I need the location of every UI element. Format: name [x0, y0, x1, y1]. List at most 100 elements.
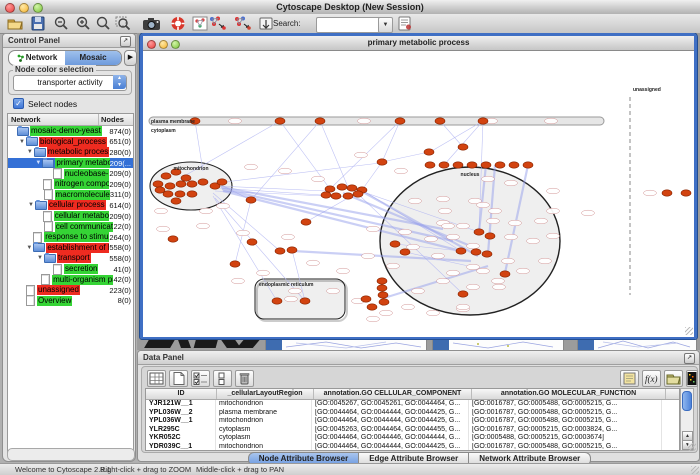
destroy-network-icon[interactable]	[258, 16, 274, 31]
select-attributes-icon[interactable]	[191, 370, 210, 387]
tree-row[interactable]: macromolecule311(0)	[8, 190, 133, 201]
open-file-icon[interactable]	[7, 16, 23, 31]
open-attribute-file-icon[interactable]	[664, 370, 683, 387]
network-desktop: primary metabolic process plasma membran…	[137, 33, 700, 350]
tree-row[interactable]: nucleobase-209(0)	[8, 168, 133, 179]
network-view-window[interactable]: primary metabolic process plasma membran…	[140, 33, 697, 339]
formula-builder-icon[interactable]: f(x)	[642, 370, 661, 387]
tree-row[interactable]: ▼cellular process614(0)	[8, 200, 133, 211]
scrollbar-thumb[interactable]	[682, 391, 692, 411]
search-dropdown-arrow[interactable]: ▼	[378, 17, 393, 33]
tree-row[interactable]: ▼establishment of lo558(0)	[8, 243, 133, 254]
network-window-titlebar[interactable]: primary metabolic process	[143, 36, 694, 51]
network-canvas[interactable]: plasma membranecytoplasmmitochondrionnuc…	[143, 51, 694, 337]
zoom-fit-icon[interactable]	[95, 16, 111, 31]
float-panel-icon[interactable]: ↗	[684, 353, 695, 364]
tree-row-label: biological_process	[39, 137, 107, 147]
tree-row[interactable]: mosaic-demo-yeast874(0)	[8, 126, 133, 137]
table-cell: [GO:0016787, GO:0005488, GO:0005215, G..…	[469, 443, 662, 451]
tree-row-label: secretion	[64, 264, 98, 274]
tree-header[interactable]: Network Nodes	[8, 114, 133, 126]
column-header[interactable]: annotation.GO MOLECULAR_FUNCTION	[472, 389, 666, 399]
main-toolbar: Search: ▼	[0, 14, 700, 34]
tree-row[interactable]: ▼metabolic process280(0)	[8, 147, 133, 158]
tree-row[interactable]: cell communicat22(0)	[8, 221, 133, 232]
new-network-file-icon[interactable]	[233, 16, 253, 31]
network-close-button[interactable]	[147, 40, 156, 49]
tree-row[interactable]: response to stimulu264(0)	[8, 232, 133, 243]
zoom-out-icon[interactable]	[53, 16, 69, 31]
minimize-button[interactable]	[19, 3, 29, 13]
zoom-selected-icon[interactable]	[115, 16, 131, 31]
select-nodes-checkbox[interactable]: ✓	[13, 98, 24, 109]
save-session-icon[interactable]	[30, 16, 46, 31]
matrix-icon[interactable]	[686, 370, 698, 387]
data-panel-body: f(x) ID_cellularLayoutRegionannotation.G…	[141, 366, 698, 453]
new-network-from-selection-icon[interactable]	[208, 16, 228, 31]
attribute-table-icon[interactable]	[147, 370, 166, 387]
table-row[interactable]: YKR052Ccytoplasm[GO:0044464, GO:0044446,…	[146, 434, 679, 443]
help-lifering-icon[interactable]	[170, 16, 186, 31]
gene-node	[662, 190, 672, 196]
dropdown-stepper-icon: ▲▼	[113, 75, 126, 89]
tab-mosaic[interactable]: Mosaic	[65, 51, 121, 65]
column-header[interactable]: _cellularLayoutRegion	[217, 389, 314, 399]
folder-icon	[33, 243, 45, 252]
column-header[interactable]: ID	[146, 389, 217, 399]
tree-row[interactable]: Overview8(0)	[8, 296, 133, 307]
tree-row-label: cell communicat	[55, 222, 114, 232]
gene-node	[187, 181, 197, 187]
tree-row-count: 280(0)	[109, 148, 133, 157]
window-resize-grip[interactable]	[685, 327, 693, 335]
tab-overflow-arrow[interactable]: ▶	[124, 50, 137, 66]
tree-row-count: 42(0)	[113, 275, 133, 284]
tree-row-count: 558(0)	[109, 254, 133, 263]
search-label: Search:	[273, 19, 301, 28]
tree-row-count: 874(0)	[109, 127, 133, 136]
tree-row[interactable]: ▼biological_process651(0)	[8, 137, 133, 148]
attribute-table[interactable]: ID_cellularLayoutRegionannotation.GO CEL…	[145, 388, 680, 451]
new-attribute-icon[interactable]	[169, 370, 188, 387]
column-header[interactable]: annotation.GO CELLULAR_COMPONENT	[314, 389, 472, 399]
tree-row[interactable]: multi-organism pro42(0)	[8, 274, 133, 285]
file-icon	[44, 221, 53, 232]
tab-network[interactable]: Network	[9, 51, 65, 65]
unselect-attributes-icon[interactable]	[213, 370, 232, 387]
tree-header-nodes[interactable]: Nodes	[99, 114, 133, 125]
tree-row[interactable]: ▼transport558(0)	[8, 253, 133, 264]
app-resize-grip[interactable]	[691, 466, 699, 474]
table-row[interactable]: YPL036W__1mitochondrion[GO:0044464, GO:0…	[146, 417, 679, 426]
tree-row[interactable]: ▼primary metabo209(...	[8, 158, 133, 169]
window-controls[interactable]	[5, 3, 43, 13]
table-row[interactable]: YLR295Ccytoplasm[GO:0045263, GO:0044464,…	[146, 426, 679, 435]
table-row[interactable]: YDR039C__1mitochondrion[GO:0044464, GO:0…	[146, 443, 679, 451]
table-cell: plasma membrane	[216, 409, 312, 418]
panel-resize-grip[interactable]	[688, 443, 696, 451]
node-color-dropdown[interactable]: transporter activity ▲▼	[13, 75, 127, 91]
network-overview-icon[interactable]	[192, 16, 208, 31]
tree-row[interactable]: unassigned223(0)	[8, 285, 133, 296]
gene-node	[325, 186, 335, 192]
delete-attribute-icon[interactable]	[235, 370, 254, 387]
gene-node	[361, 296, 371, 302]
float-panel-icon[interactable]: ↗	[120, 36, 131, 47]
tree-row[interactable]: secretion41(0)	[8, 264, 133, 275]
table-row[interactable]: YPL036W__2plasma membrane[GO:0044464, GO…	[146, 409, 679, 418]
zoom-button[interactable]	[33, 3, 43, 13]
import-attributes-icon[interactable]	[620, 370, 639, 387]
close-button[interactable]	[5, 3, 15, 13]
gene-node	[458, 291, 468, 297]
search-input[interactable]	[316, 17, 382, 33]
table-row[interactable]: YJR121W__1mitochondrion[GO:0045267, GO:0…	[146, 400, 679, 409]
network-minimize-button[interactable]	[159, 40, 168, 49]
table-scrollbar[interactable]: ▲ ▼	[680, 388, 694, 451]
snapshot-camera-icon[interactable]	[142, 16, 161, 31]
search-options-icon[interactable]	[397, 16, 413, 31]
zoom-in-icon[interactable]	[75, 16, 91, 31]
tree-row[interactable]: cellular metabol209(0)	[8, 211, 133, 222]
gene-node	[155, 187, 165, 193]
tree-header-network[interactable]: Network	[8, 114, 99, 125]
attribute-table-header[interactable]: ID_cellularLayoutRegionannotation.GO CEL…	[146, 389, 679, 400]
tree-row[interactable]: nitrogen compo209(0)	[8, 179, 133, 190]
network-zoom-button[interactable]	[171, 40, 180, 49]
